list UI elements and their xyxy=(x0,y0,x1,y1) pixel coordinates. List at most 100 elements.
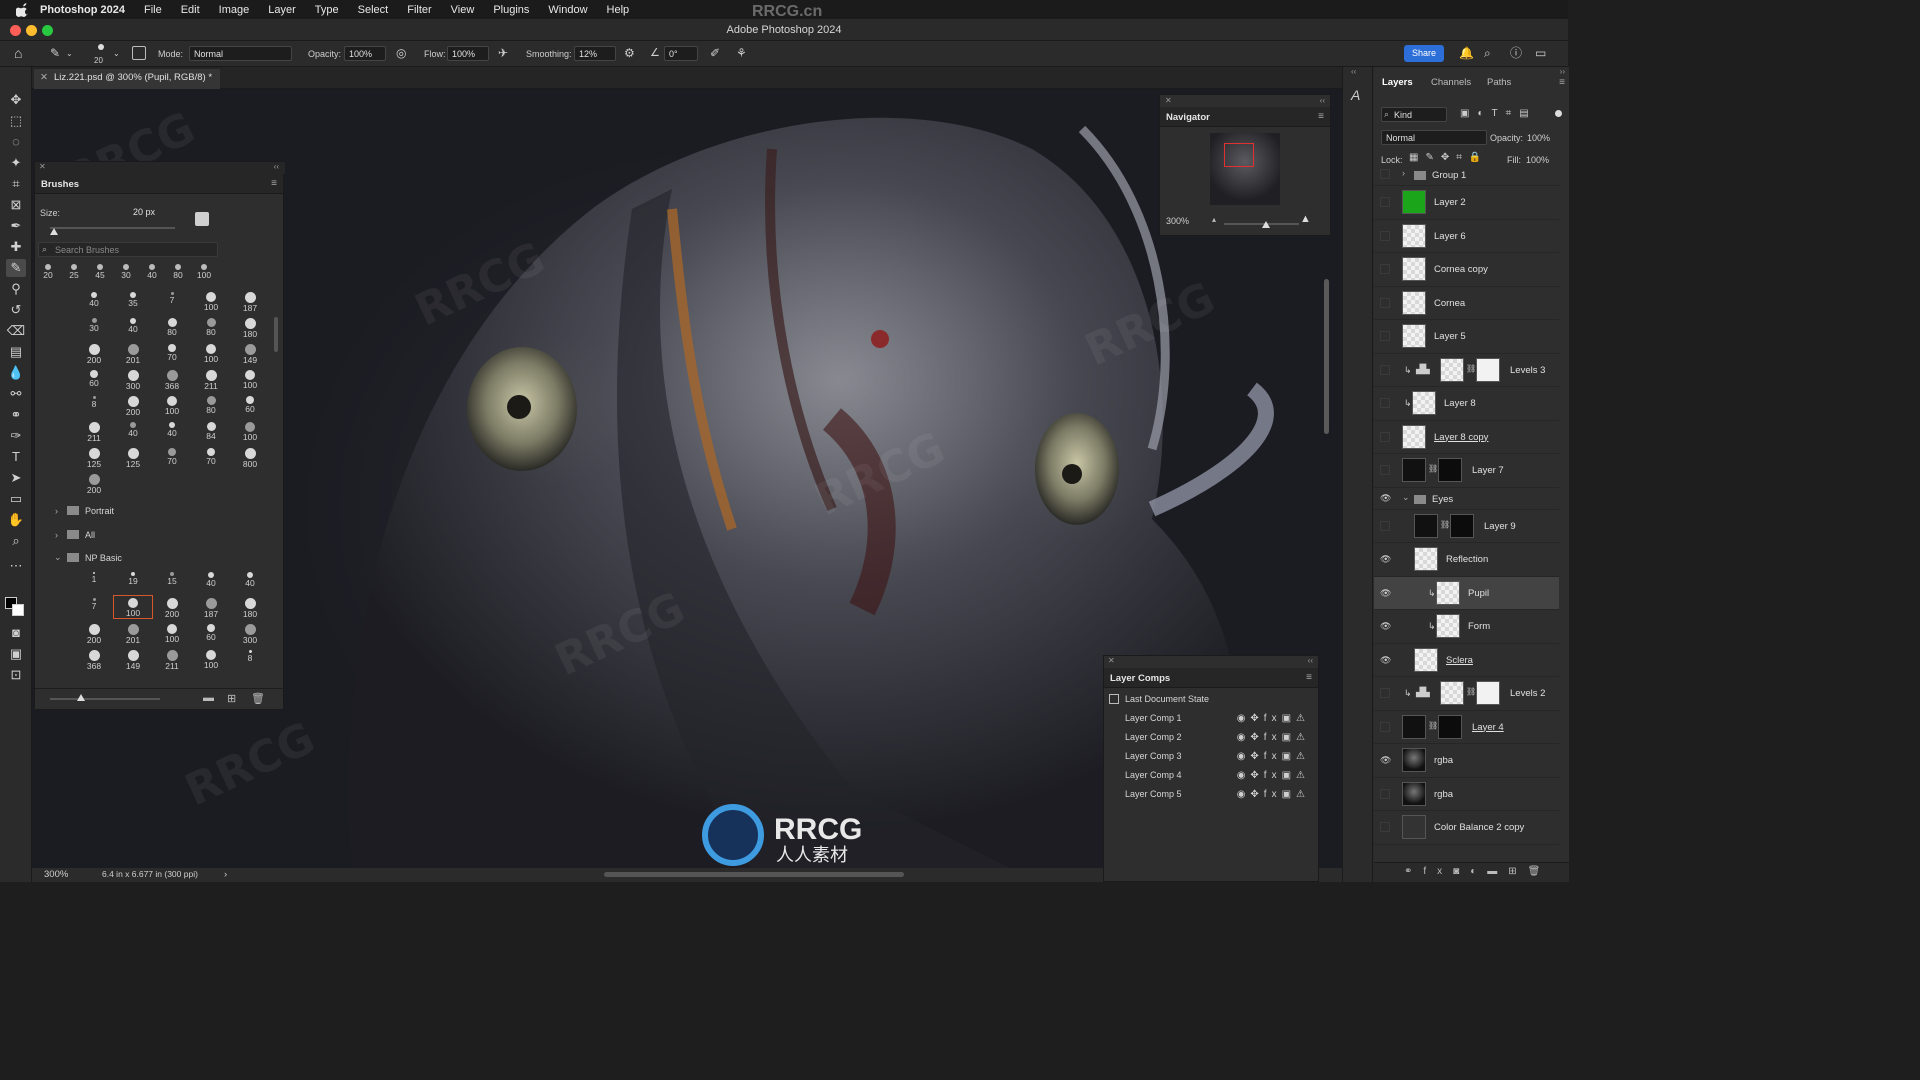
layer-row[interactable]: 👁 ↳ Pupil xyxy=(1374,576,1559,610)
thumbnail-size-handle[interactable] xyxy=(77,694,85,701)
airbrush-icon[interactable]: ✈ xyxy=(498,46,508,60)
layer-thumbnail[interactable] xyxy=(1402,290,1426,315)
layer-comp-row[interactable]: Layer Comp 5 ◉✥fx▣⚠ xyxy=(1104,786,1320,805)
menu-select[interactable]: Select xyxy=(358,4,389,16)
brush-preset[interactable]: 200 xyxy=(75,472,113,495)
apply-comp-icon[interactable] xyxy=(1109,694,1119,704)
menu-edit[interactable]: Edit xyxy=(181,4,200,16)
marquee-tool-icon[interactable]: ⬚ xyxy=(6,112,26,130)
brush-preset[interactable]: 211 xyxy=(192,368,230,391)
blur-tool-icon[interactable]: 💧 xyxy=(6,364,26,382)
recent-brush[interactable]: 30 xyxy=(113,262,139,284)
layer-thumbnail[interactable] xyxy=(1436,580,1460,605)
brush-preset[interactable]: 180 xyxy=(231,316,269,339)
brush-preset[interactable]: 19 xyxy=(114,570,152,592)
horizontal-scroll-thumb[interactable] xyxy=(604,872,904,877)
layer-comp-row[interactable]: Layer Comp 2 ◉✥fx▣⚠ xyxy=(1104,729,1320,748)
eraser-tool-icon[interactable]: ⌫ xyxy=(6,322,26,340)
brush-preset[interactable]: 201 xyxy=(114,622,152,645)
brush-picker-chevron-icon[interactable]: ⌄ xyxy=(113,47,120,61)
brush-preset[interactable]: 84 xyxy=(192,420,230,442)
layer-mask-thumbnail[interactable] xyxy=(1476,357,1500,382)
brush-preset[interactable]: 80 xyxy=(192,394,230,416)
comp-state-icons[interactable]: ◉✥fx▣⚠ xyxy=(1237,732,1310,743)
visibility-toggle[interactable] xyxy=(1380,264,1390,274)
new-brush-icon[interactable]: ⊞ xyxy=(227,692,236,705)
navigator-zoom[interactable]: 300% xyxy=(1166,216,1189,226)
brush-preset[interactable]: 300 xyxy=(114,368,152,391)
layer-row[interactable]: Cornea copy xyxy=(1374,253,1559,287)
brush-preset[interactable]: 211 xyxy=(75,420,113,443)
menu-help[interactable]: Help xyxy=(607,4,630,16)
brush-preset[interactable]: 60 xyxy=(75,368,113,390)
chevron-right-icon[interactable]: › xyxy=(55,506,58,516)
recent-brush[interactable]: 25 xyxy=(61,262,87,284)
brush-preset[interactable]: 100 xyxy=(153,622,191,644)
chevron-right-icon[interactable]: › xyxy=(224,869,227,880)
brush-preset[interactable]: 100 xyxy=(192,342,230,364)
comp-state-icons[interactable]: ◉✥fx▣⚠ xyxy=(1237,751,1310,762)
magic-wand-tool-icon[interactable]: ✦ xyxy=(6,154,26,172)
vertical-scrollbar[interactable] xyxy=(1324,279,1329,434)
layer-thumbnail[interactable] xyxy=(1402,190,1426,214)
brush-preset[interactable]: 8 xyxy=(75,394,113,416)
layer-comp-row[interactable]: Layer Comp 1 ◉✥fx▣⚠ xyxy=(1104,710,1320,729)
brush-preset[interactable]: 7 xyxy=(153,290,191,312)
brush-preset[interactable]: 70 xyxy=(192,446,230,468)
brush-preset[interactable]: 211 xyxy=(153,648,191,671)
brush-preset[interactable]: 15 xyxy=(153,570,191,592)
layer-mask-thumbnail[interactable] xyxy=(1438,458,1462,482)
dodge-tool-icon[interactable]: ⚯ xyxy=(6,385,26,403)
folder-row-np-basic[interactable]: ⌄ NP Basic xyxy=(35,550,283,568)
search-icon[interactable]: ⌕ xyxy=(1484,46,1491,60)
brush-preset[interactable]: 149 xyxy=(114,648,152,671)
layer-comps-title[interactable]: Layer Comps xyxy=(1110,673,1170,684)
brush-preset[interactable]: 187 xyxy=(192,596,230,619)
brush-preset[interactable]: 200 xyxy=(75,622,113,645)
eye-icon[interactable]: 👁 xyxy=(1380,554,1392,564)
brush-preset[interactable]: 187 xyxy=(231,290,269,313)
mask-link-icon[interactable]: ⛓ xyxy=(1440,520,1450,529)
collapse-panel-icon[interactable]: ‹‹ xyxy=(274,162,279,171)
mask-link-icon[interactable]: ⛓ xyxy=(1466,364,1476,373)
brush-preset[interactable]: 149 xyxy=(231,342,269,365)
brush-preset[interactable]: 40 xyxy=(114,316,152,338)
visibility-toggle[interactable] xyxy=(1380,520,1390,531)
mode-select[interactable]: Normal xyxy=(189,46,292,61)
panel-menu-icon[interactable]: ≡ xyxy=(1306,672,1312,683)
mask-link-icon[interactable]: ⛓ xyxy=(1428,721,1438,730)
brush-preset[interactable]: 8 xyxy=(231,648,269,670)
brush-preset[interactable]: 40 xyxy=(153,420,191,442)
apple-logo-icon[interactable] xyxy=(16,2,30,17)
visibility-toggle[interactable] xyxy=(1380,297,1390,308)
pressure-size-icon[interactable]: ✐ xyxy=(710,46,720,60)
collapse-dock-icon[interactable]: ‹‹ xyxy=(1351,67,1356,76)
brush-preset[interactable]: 35 xyxy=(114,290,152,312)
close-panel-icon[interactable]: ✕ xyxy=(39,162,46,171)
brush-preset[interactable]: 100 xyxy=(113,595,153,619)
new-group-icon[interactable]: ▬ xyxy=(203,692,214,704)
layer-row[interactable]: ⛓ Layer 7 xyxy=(1374,454,1559,488)
tab-paths[interactable]: Paths xyxy=(1487,77,1511,88)
zoom-slider-handle[interactable] xyxy=(1262,221,1270,228)
chevron-down-icon[interactable]: ⌄ xyxy=(66,47,73,61)
recent-brush[interactable]: 100 xyxy=(191,262,217,284)
menu-type[interactable]: Type xyxy=(315,4,339,16)
layer-thumbnail[interactable] xyxy=(1402,781,1426,806)
close-panel-icon[interactable]: ✕ xyxy=(1108,656,1115,665)
zoom-tool-icon[interactable]: ⌕ xyxy=(6,532,26,550)
brush-preset[interactable]: 100 xyxy=(192,648,230,670)
hand-tool-icon[interactable]: ✋ xyxy=(6,511,26,529)
layer-thumbnail[interactable] xyxy=(1402,458,1426,482)
brush-preset[interactable]: 125 xyxy=(114,446,152,469)
brush-preset[interactable]: 368 xyxy=(75,648,113,671)
pen-tool-icon[interactable]: ✑ xyxy=(6,427,26,445)
layer-thumbnail[interactable] xyxy=(1440,357,1464,382)
clone-stamp-tool-icon[interactable]: ⚲ xyxy=(6,280,26,298)
comp-state-icons[interactable]: ◉✥fx▣⚠ xyxy=(1237,770,1310,781)
chevron-right-icon[interactable]: › xyxy=(1402,168,1405,178)
layer-row[interactable]: ↳ Layer 8 xyxy=(1374,387,1559,421)
collapse-panel-icon[interactable]: ›› xyxy=(1560,67,1565,76)
mask-link-icon[interactable]: ⛓ xyxy=(1466,687,1476,696)
quick-mask-icon[interactable]: ◙ xyxy=(6,624,26,642)
